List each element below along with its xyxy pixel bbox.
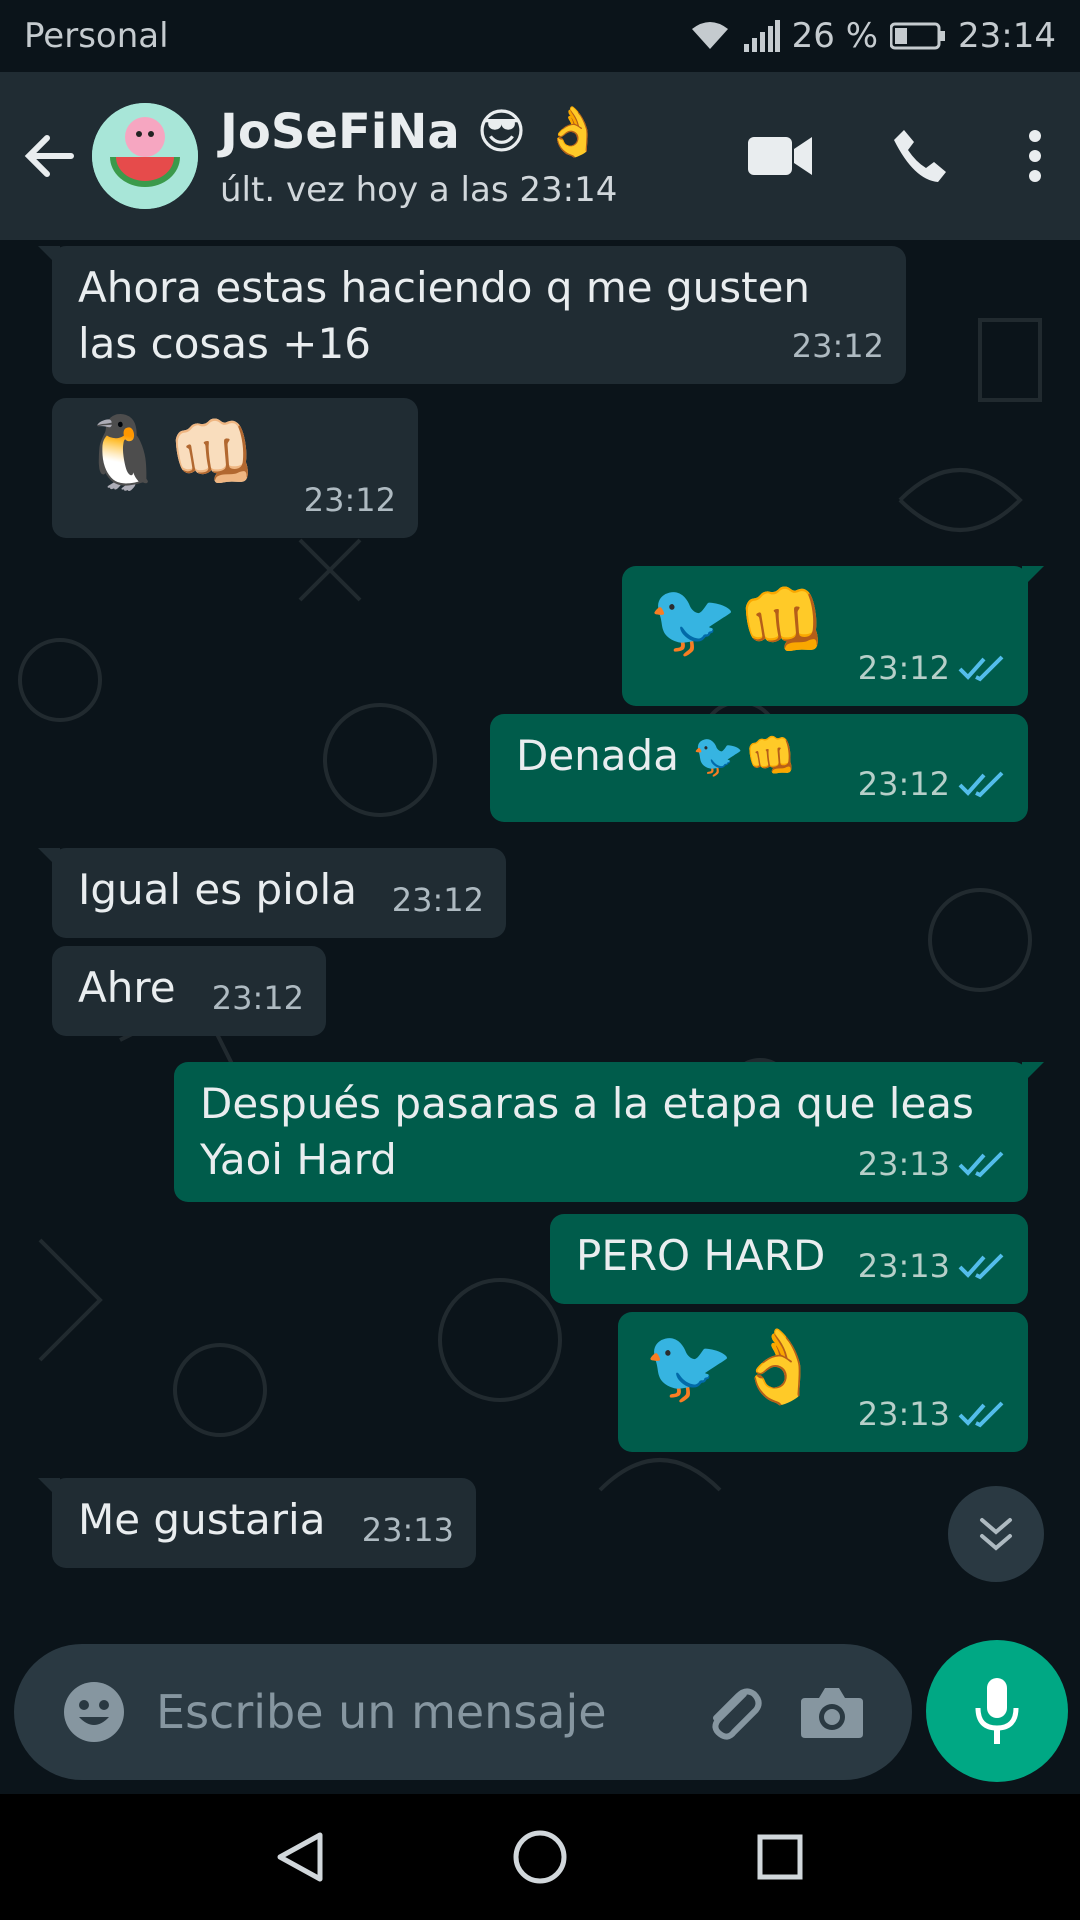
- double-check-icon: [958, 1401, 1004, 1428]
- message-time: 23:13: [857, 1247, 950, 1285]
- message-time: 23:12: [391, 881, 484, 919]
- battery-icon: [890, 21, 946, 51]
- smiley-icon: [64, 1682, 124, 1742]
- chevron-double-down-icon: [980, 1518, 1012, 1551]
- more-vert-icon: [1029, 130, 1041, 182]
- message-outgoing[interactable]: Denada 🐦👊 23:12: [490, 714, 1028, 822]
- avatar[interactable]: [92, 103, 198, 209]
- attach-button[interactable]: [682, 1644, 782, 1780]
- message-composer: [14, 1644, 912, 1780]
- last-seen: últ. vez hoy a las 23:14: [220, 169, 618, 210]
- double-check-icon: [958, 655, 1004, 682]
- clock: 23:14: [958, 16, 1056, 56]
- message-outgoing[interactable]: PERO HARD 23:13: [550, 1214, 1028, 1304]
- message-incoming[interactable]: Ahora estas haciendo q me gusten las cos…: [38, 246, 906, 384]
- system-nav-bar: [0, 1794, 1080, 1920]
- message-text: Denada 🐦👊: [516, 731, 797, 780]
- signal-icon: [742, 20, 780, 52]
- camera-button[interactable]: [782, 1644, 882, 1780]
- video-camera-icon: [748, 137, 812, 175]
- message-time: 23:13: [857, 1145, 950, 1183]
- camera-icon: [801, 1688, 863, 1738]
- message-time: 23:13: [361, 1511, 454, 1549]
- battery-percent: 26 %: [791, 16, 879, 56]
- message-text: 🐦👊: [648, 578, 828, 662]
- paperclip-icon: [712, 1688, 762, 1740]
- message-outgoing[interactable]: Después pasaras a la etapa que leas Yaoi…: [174, 1062, 1044, 1202]
- message-time: 23:12: [857, 765, 950, 803]
- emoji-button[interactable]: [42, 1644, 146, 1780]
- double-check-icon: [958, 771, 1004, 798]
- message-time: 23:12: [303, 481, 396, 519]
- voice-call-button[interactable]: [850, 96, 990, 216]
- message-text: Ahora estas haciendo q me gusten las cos…: [78, 263, 811, 368]
- phone-icon: [894, 130, 946, 182]
- double-check-icon: [958, 1151, 1004, 1178]
- status-bar: Personal 26 % 23:14: [0, 0, 1080, 72]
- message-input[interactable]: [146, 1685, 682, 1739]
- message-text: Igual es piola: [78, 865, 357, 914]
- arrow-left-icon: [24, 135, 74, 177]
- message-text: Me gustaria: [78, 1495, 326, 1544]
- message-text: Ahre: [78, 963, 176, 1012]
- message-incoming[interactable]: Me gustaria 23:13: [38, 1478, 476, 1568]
- menu-button[interactable]: [990, 96, 1080, 216]
- message-time: 23:12: [211, 979, 304, 1017]
- contact-info[interactable]: JoSeFiNa 😎 👌 últ. vez hoy a las 23:14: [220, 103, 710, 210]
- message-incoming[interactable]: Ahre 23:12: [52, 946, 326, 1036]
- square-recents-icon: [757, 1834, 803, 1880]
- message-incoming[interactable]: 🐧👊🏻 23:12: [52, 398, 418, 538]
- message-outgoing[interactable]: 🐦👌 23:13: [618, 1312, 1028, 1452]
- message-time: 23:13: [857, 1395, 950, 1433]
- triangle-back-icon: [277, 1832, 323, 1882]
- nav-back-button[interactable]: [255, 1812, 345, 1902]
- scroll-down-button[interactable]: [948, 1486, 1044, 1582]
- message-text: 🐧👊🏻: [78, 410, 258, 494]
- nav-home-button[interactable]: [495, 1812, 585, 1902]
- message-time: 23:12: [857, 649, 950, 687]
- message-text: 🐦👌: [644, 1324, 824, 1408]
- video-call-button[interactable]: [710, 96, 850, 216]
- back-button[interactable]: [6, 72, 92, 240]
- contact-name: JoSeFiNa 😎 👌: [220, 103, 603, 160]
- double-check-icon: [958, 1253, 1004, 1280]
- microphone-button[interactable]: [926, 1640, 1068, 1782]
- wifi-icon: [690, 19, 730, 53]
- message-time: 23:12: [791, 327, 884, 365]
- message-outgoing[interactable]: 🐦👊 23:12: [622, 566, 1044, 706]
- circle-home-icon: [513, 1830, 567, 1884]
- message-incoming[interactable]: Igual es piola 23:12: [38, 848, 506, 938]
- nav-recents-button[interactable]: [735, 1812, 825, 1902]
- microphone-icon: [975, 1678, 1019, 1744]
- chat-area[interactable]: Ahora estas haciendo q me gusten las cos…: [0, 240, 1080, 1640]
- chat-header: JoSeFiNa 😎 👌 últ. vez hoy a las 23:14: [0, 72, 1080, 240]
- message-text: PERO HARD: [576, 1231, 826, 1280]
- carrier-label: Personal: [24, 16, 169, 56]
